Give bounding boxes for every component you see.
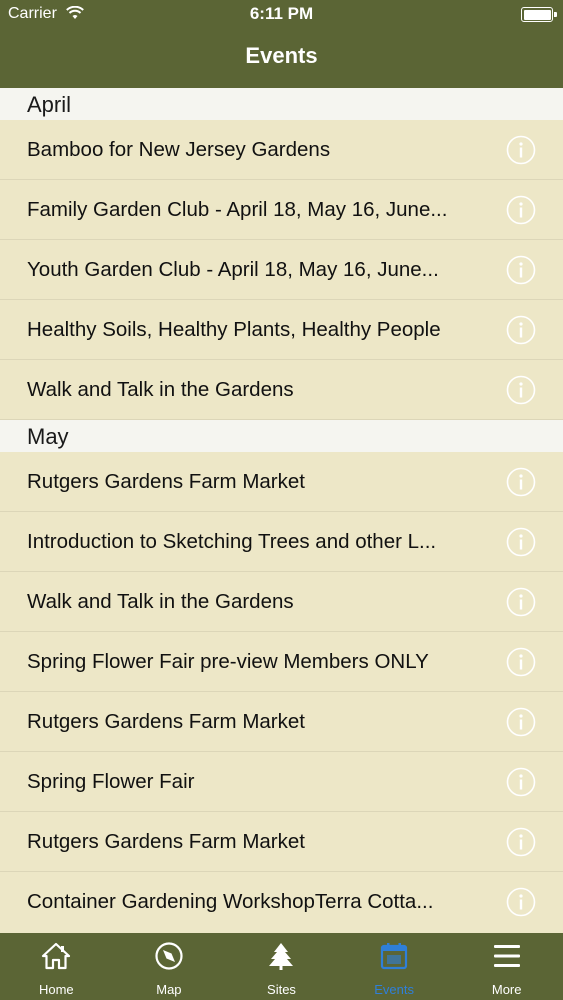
status-time: 6:11 PM (249, 4, 314, 23)
list-item[interactable]: Walk and Talk in the Gardens (0, 572, 563, 632)
info-icon[interactable] (506, 375, 536, 405)
event-title: Walk and Talk in the Gardens (27, 378, 294, 401)
home-icon (42, 942, 71, 970)
tab-more[interactable]: More (450, 933, 563, 1000)
event-title: Healthy Soils, Healthy Plants, Healthy P… (27, 318, 441, 341)
tree-icon (269, 943, 294, 970)
event-title: Spring Flower Fair pre-view Members ONLY (27, 650, 429, 673)
info-icon[interactable] (506, 315, 536, 345)
menu-icon (493, 945, 520, 967)
list-item[interactable]: Bamboo for New Jersey Gardens (0, 120, 563, 180)
event-title: Rutgers Gardens Farm Market (27, 470, 305, 493)
page-title: Events (245, 43, 318, 68)
list-item[interactable]: Family Garden Club - April 18, May 16, J… (0, 180, 563, 240)
info-icon[interactable] (506, 255, 536, 285)
tab-label: More (491, 982, 522, 997)
list-item[interactable]: Walk and Talk in the Gardens (0, 360, 563, 420)
tab-label: Sites (267, 982, 296, 997)
info-icon[interactable] (506, 707, 536, 737)
info-icon[interactable] (506, 887, 536, 917)
list-item[interactable]: Healthy Soils, Healthy Plants, Healthy P… (0, 300, 563, 360)
info-icon[interactable] (506, 195, 536, 225)
list-item[interactable]: Rutgers Gardens Farm Market (0, 692, 563, 752)
tab-label: Events (374, 982, 414, 997)
header: Carrier 6:11 PM Events (0, 0, 563, 88)
info-icon[interactable] (506, 587, 536, 617)
event-title: Rutgers Gardens Farm Market (27, 710, 305, 733)
info-icon[interactable] (506, 767, 536, 797)
list-item[interactable]: Spring Flower Fair (0, 752, 563, 812)
event-title: Youth Garden Club - April 18, May 16, Ju… (27, 258, 439, 281)
compass-icon (155, 942, 183, 970)
event-title: Bamboo for New Jersey Gardens (27, 138, 331, 161)
tab-sites[interactable]: Sites (225, 933, 338, 1000)
tab-bar: Home Map Sites Events More (0, 933, 563, 1000)
info-icon[interactable] (506, 527, 536, 557)
list-item[interactable]: Rutgers Gardens Farm Market (0, 452, 563, 512)
calendar-icon (380, 943, 408, 970)
info-icon[interactable] (506, 827, 536, 857)
tab-events[interactable]: Events (338, 933, 451, 1000)
info-icon[interactable] (506, 135, 536, 165)
event-title: Family Garden Club - April 18, May 16, J… (27, 198, 448, 221)
section-header-may: May (0, 420, 563, 452)
list-item[interactable]: Introduction to Sketching Trees and othe… (0, 512, 563, 572)
tab-map[interactable]: Map (113, 933, 226, 1000)
status-bar: Carrier 6:11 PM (0, 0, 563, 30)
list-item[interactable]: Youth Garden Club - April 18, May 16, Ju… (0, 240, 563, 300)
tab-label: Home (38, 982, 74, 997)
tab-label: Map (156, 982, 182, 997)
info-icon[interactable] (506, 647, 536, 677)
list-item[interactable]: Spring Flower Fair pre-view Members ONLY (0, 632, 563, 692)
section-header-april: April (0, 88, 563, 120)
event-title: Spring Flower Fair (27, 770, 195, 793)
list-item[interactable]: Rutgers Gardens Farm Market (0, 812, 563, 872)
event-title: Walk and Talk in the Gardens (27, 590, 294, 613)
events-list[interactable]: April Bamboo for New Jersey Gardens Family… (0, 88, 563, 933)
event-title: Rutgers Gardens Farm Market (27, 830, 305, 853)
event-title: Container Gardening WorkshopTerra Cotta.… (27, 890, 434, 913)
info-icon[interactable] (506, 467, 536, 497)
battery-icon (521, 7, 557, 22)
list-item[interactable]: Container Gardening WorkshopTerra Cotta.… (0, 872, 563, 932)
event-title: Introduction to Sketching Trees and othe… (27, 530, 437, 553)
tab-home[interactable]: Home (0, 933, 113, 1000)
